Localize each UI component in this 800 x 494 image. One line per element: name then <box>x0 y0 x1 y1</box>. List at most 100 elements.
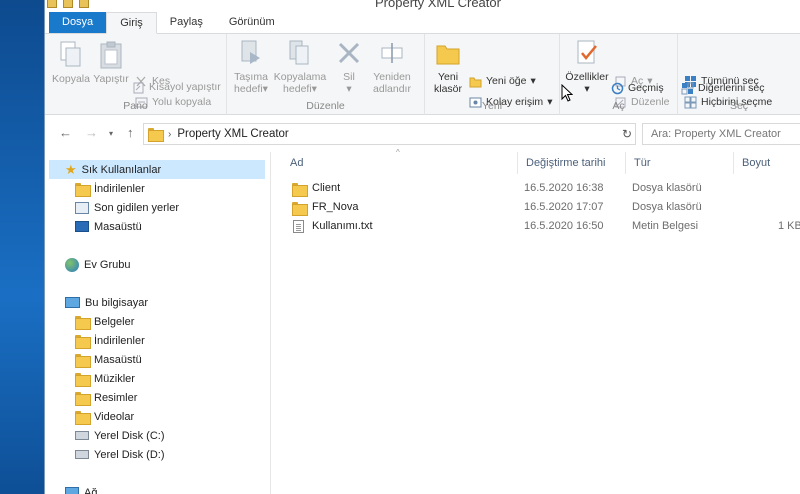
up-arrow-icon[interactable]: ↑ <box>127 125 134 140</box>
nav-label: Masaüstü <box>94 353 142 366</box>
copy-to-label-1: Kopyalama <box>273 71 327 83</box>
file-date: 16.5.2020 16:50 <box>524 220 604 232</box>
paste-button[interactable]: Yapıştır <box>91 40 131 85</box>
nav-favorites[interactable]: ★ Sık Kullanılanlar <box>49 160 265 179</box>
tab-paylas[interactable]: Paylaş <box>157 12 216 33</box>
file-row[interactable]: Kullanımı.txt 16.5.2020 16:50 Metin Belg… <box>272 217 800 236</box>
star-icon: ★ <box>65 161 77 177</box>
network-icon <box>65 486 79 494</box>
invert-selection-icon <box>681 82 694 94</box>
nav-item-downloads-pc[interactable]: İndirilenler <box>75 331 145 350</box>
nav-item-documents[interactable]: Belgeler <box>75 312 134 331</box>
delete-button[interactable]: Sil ▾ <box>333 38 365 95</box>
paste-shortcut-icon <box>133 82 144 93</box>
tab-dosya[interactable]: Dosya <box>49 12 107 33</box>
nav-item-desktop[interactable]: Masaüstü <box>75 217 142 236</box>
group-label-sec: Seç <box>729 100 749 112</box>
delete-label: Sil <box>343 71 355 83</box>
file-type: Dosya klasörü <box>632 182 702 194</box>
nav-label: Masaüstü <box>94 220 142 233</box>
search-input[interactable]: Ara: Property XML Creator <box>642 123 800 145</box>
text-file-icon <box>293 220 304 233</box>
move-to-button[interactable]: Taşıma hedefi▾ <box>231 38 271 95</box>
file-date: 16.5.2020 17:07 <box>524 201 604 213</box>
nav-this-pc[interactable]: Bu bilgisayar <box>65 293 148 312</box>
file-name: FR_Nova <box>312 201 359 213</box>
history-icon <box>611 82 624 94</box>
new-folder-icon[interactable] <box>79 0 89 8</box>
nav-label: İndirilenler <box>94 334 145 347</box>
folder-icon <box>292 183 308 197</box>
new-item-button[interactable]: Yeni öğe ▾ <box>469 72 536 90</box>
nav-item-disk-d[interactable]: Yerel Disk (D:) <box>75 445 165 464</box>
new-item-icon <box>469 77 482 87</box>
window-title: Property XML Creator <box>375 0 501 10</box>
address-box[interactable]: › Property XML Creator <box>143 123 636 145</box>
desktop-icon <box>75 221 89 232</box>
nav-label: İndirilenler <box>94 182 145 195</box>
file-row[interactable]: FR_Nova 16.5.2020 17:07 Dosya klasörü <box>272 198 800 217</box>
folder-icon <box>292 202 308 216</box>
nav-item-videos[interactable]: Videolar <box>75 407 134 426</box>
navigation-pane: ★ Sık Kullanılanlar İndirilenler Son gid… <box>45 152 271 494</box>
column-header-name[interactable]: Ad <box>282 152 518 174</box>
column-header-date[interactable]: Değiştirme tarihi <box>518 152 626 174</box>
column-header-type[interactable]: Tür <box>626 152 734 174</box>
group-yeni: Yeni klasör Yeni öğe ▾ Kolay erişim ▾ Yeni <box>425 34 560 115</box>
file-row[interactable]: Client 16.5.2020 16:38 Dosya klasörü <box>272 179 800 198</box>
recent-places-icon <box>75 201 89 214</box>
move-to-label-1: Taşıma <box>234 71 268 83</box>
explorer-window: Property XML Creator Dosya Giriş Paylaş … <box>44 0 800 494</box>
new-item-label: Yeni öğe <box>486 75 527 87</box>
folder-icon[interactable] <box>47 0 57 8</box>
invert-selection-button[interactable]: Diğerlerini seç <box>681 79 765 97</box>
delete-x-icon <box>338 42 360 64</box>
nav-network[interactable]: Ağ <box>65 483 97 494</box>
address-bar-row: ← → ▾ ↑ › Property XML Creator ↻ Ara: Pr… <box>45 117 800 149</box>
nav-label: Resimler <box>94 391 138 404</box>
rename-button[interactable]: Yeniden adlandır <box>369 38 415 95</box>
nav-label: Belgeler <box>94 315 135 328</box>
nav-label: Son gidilen yerler <box>94 201 179 214</box>
ribbon: Kopyala Yapıştır Kes Yolu kopyala Pano T <box>45 34 800 115</box>
tab-giris[interactable]: Giriş <box>106 12 157 34</box>
file-type: Dosya klasörü <box>632 201 702 213</box>
forward-arrow-icon[interactable]: → <box>85 125 98 140</box>
new-folder-button[interactable]: Yeni klasör <box>429 38 467 95</box>
invert-selection-label: Diğerlerini seç <box>698 82 765 94</box>
refresh-icon[interactable]: ↻ <box>617 123 637 145</box>
recent-dropdown-icon[interactable]: ▾ <box>109 129 113 138</box>
tab-gorunum[interactable]: Görünüm <box>216 12 288 33</box>
nav-homegroup[interactable]: Ev Grubu <box>65 255 130 274</box>
copy-to-button[interactable]: Kopyalama hedefi▾ <box>273 38 327 95</box>
paste-shortcut-item[interactable]: Kısayol yapıştır <box>132 78 221 96</box>
desktop-background <box>0 0 44 494</box>
desktop-folder-icon <box>75 353 91 368</box>
nav-item-desktop-pc[interactable]: Masaüstü <box>75 350 142 369</box>
properties-icon <box>577 40 597 64</box>
copy-icon <box>60 41 81 67</box>
group-duzenle: Taşıma hedefi▾ Kopyalama hedefi▾ Sil ▾ Ye… <box>227 34 425 115</box>
nav-item-music[interactable]: Müzikler <box>75 369 135 388</box>
nav-item-downloads[interactable]: İndirilenler <box>75 179 145 198</box>
copy-to-icon <box>289 40 309 65</box>
history-button[interactable]: Geçmiş <box>611 79 664 97</box>
videos-folder-icon <box>75 410 91 425</box>
nav-label: Yerel Disk (D:) <box>94 448 165 461</box>
nav-item-pictures[interactable]: Resimler <box>75 388 137 407</box>
group-ac: Özellikler ▾ Aç ▾ Düzenle Aç <box>560 34 678 115</box>
back-arrow-icon[interactable]: ← <box>59 125 72 140</box>
computer-icon <box>65 297 80 308</box>
copy-button[interactable]: Kopyala <box>51 40 91 85</box>
title-bar: Property XML Creator <box>45 0 800 12</box>
drive-icon <box>75 450 89 459</box>
file-size: 1 KB <box>778 220 800 232</box>
pictures-folder-icon <box>75 391 91 406</box>
nav-item-disk-c[interactable]: Yerel Disk (C:) <box>75 426 165 445</box>
properties-icon[interactable] <box>63 0 73 8</box>
column-header-size[interactable]: Boyut <box>734 152 800 174</box>
nav-item-recent-places[interactable]: Son gidilen yerler <box>75 198 179 217</box>
rename-icon <box>381 43 403 63</box>
move-to-icon <box>241 40 260 64</box>
documents-folder-icon <box>75 315 91 330</box>
